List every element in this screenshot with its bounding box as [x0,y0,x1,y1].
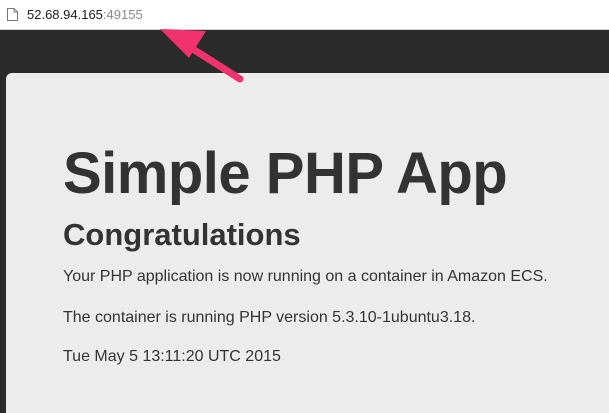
page-icon [7,8,18,21]
page-title: Simple PHP App [63,141,508,206]
address-bar[interactable]: 52.68.94.165:49155 [0,0,609,30]
content-panel: Simple PHP App Congratulations Your PHP … [6,73,609,413]
php-version-message: The container is running PHP version 5.3… [63,309,476,326]
url-host: 52.68.94.165 [27,7,103,22]
url-port: :49155 [102,7,143,22]
timestamp: Tue May 5 13:11:20 UTC 2015 [63,348,281,365]
url-text[interactable]: 52.68.94.165:49155 [27,7,143,23]
status-message: Your PHP application is now running on a… [63,268,548,285]
congratulations-heading: Congratulations [63,217,301,252]
